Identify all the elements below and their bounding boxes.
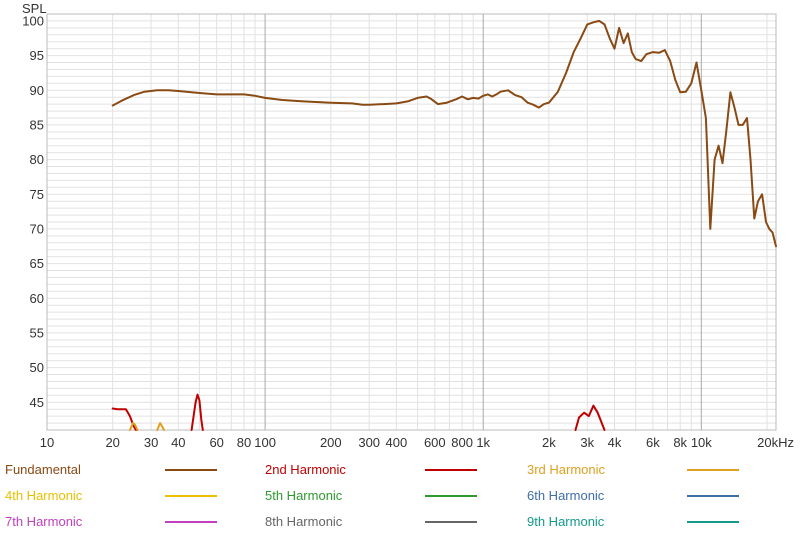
legend-label: 4th Harmonic <box>5 488 83 503</box>
x-tick-label: 1k <box>476 435 490 450</box>
legend-item-8th-harmonic[interactable]: 8th Harmonic <box>265 509 480 535</box>
legend-item-5th-harmonic[interactable]: 5th Harmonic <box>265 483 480 509</box>
legend-swatch <box>425 521 477 523</box>
legend-swatch <box>687 469 739 471</box>
legend-label: 3rd Harmonic <box>527 462 606 477</box>
legend-swatch <box>165 521 217 523</box>
y-tick-label: 60 <box>30 291 44 306</box>
y-tick-label: 90 <box>30 83 44 98</box>
frequency-response-chart: 4550556065707580859095100 10 20 30 40 60 80 10… <box>22 1 794 450</box>
x-tick-label: 40 <box>171 435 185 450</box>
legend: Fundamental 2nd Harmonic 3rd Harmonic 4t… <box>0 455 800 535</box>
x-tick-label: 80 <box>237 435 251 450</box>
x-tick-label: 200 <box>320 435 342 450</box>
y-tick-label: 75 <box>30 187 44 202</box>
legend-label: 7th Harmonic <box>5 514 83 529</box>
legend-label: 8th Harmonic <box>265 514 343 529</box>
legend-swatch <box>425 495 477 497</box>
legend-label: Fundamental <box>5 462 81 477</box>
legend-swatch <box>687 495 739 497</box>
legend-label: 2nd Harmonic <box>265 462 346 477</box>
y-axis-label: SPL <box>22 1 47 16</box>
x-tick-label: 6k <box>646 435 660 450</box>
x-tick-label: 2k <box>542 435 556 450</box>
x-tick-label: 60 <box>209 435 223 450</box>
y-tick-label: 45 <box>30 395 44 410</box>
y-tick-label: 70 <box>30 221 44 236</box>
x-tick-labels: 10 20 30 40 60 80 100 200 300 400 600 800 1k 2k 3k 4k 6k… <box>40 435 794 450</box>
y-tick-label: 80 <box>30 152 44 167</box>
y-tick-label: 95 <box>30 48 44 63</box>
legend-swatch <box>425 469 477 471</box>
y-tick-label: 85 <box>30 117 44 132</box>
legend-item-6th-harmonic[interactable]: 6th Harmonic <box>527 483 742 509</box>
grid-minor <box>47 13 776 431</box>
legend-swatch <box>687 521 739 523</box>
legend-item-7th-harmonic[interactable]: 7th Harmonic <box>5 509 220 535</box>
x-tick-label: 20 <box>105 435 119 450</box>
x-tick-label: 3k <box>580 435 594 450</box>
x-tick-label: 400 <box>386 435 408 450</box>
x-tick-label: 10 <box>40 435 54 450</box>
legend-swatch <box>165 469 217 471</box>
y-tick-label: 55 <box>30 325 44 340</box>
legend-item-3rd-harmonic[interactable]: 3rd Harmonic <box>527 457 742 483</box>
x-tick-label: 300 <box>358 435 380 450</box>
x-tick-label: 8k <box>673 435 687 450</box>
x-tick-label: 800 <box>451 435 473 450</box>
legend-label: 5th Harmonic <box>265 488 343 503</box>
x-tick-label: 100 <box>254 435 276 450</box>
x-tick-label: 20kHz <box>757 435 794 450</box>
y-tick-labels: 4550556065707580859095100 <box>22 13 44 409</box>
x-tick-label: 30 <box>144 435 158 450</box>
legend-item-fundamental[interactable]: Fundamental <box>5 457 220 483</box>
legend-item-2nd-harmonic[interactable]: 2nd Harmonic <box>265 457 480 483</box>
legend-label: 6th Harmonic <box>527 488 605 503</box>
legend-item-9th-harmonic[interactable]: 9th Harmonic <box>527 509 742 535</box>
y-tick-label: 50 <box>30 360 44 375</box>
x-tick-label: 600 <box>424 435 446 450</box>
y-tick-label: 65 <box>30 256 44 271</box>
legend-swatch <box>165 495 217 497</box>
x-tick-label: 10k <box>691 435 712 450</box>
legend-label: 9th Harmonic <box>527 514 605 529</box>
x-tick-label: 4k <box>608 435 622 450</box>
legend-item-4th-harmonic[interactable]: 4th Harmonic <box>5 483 220 509</box>
